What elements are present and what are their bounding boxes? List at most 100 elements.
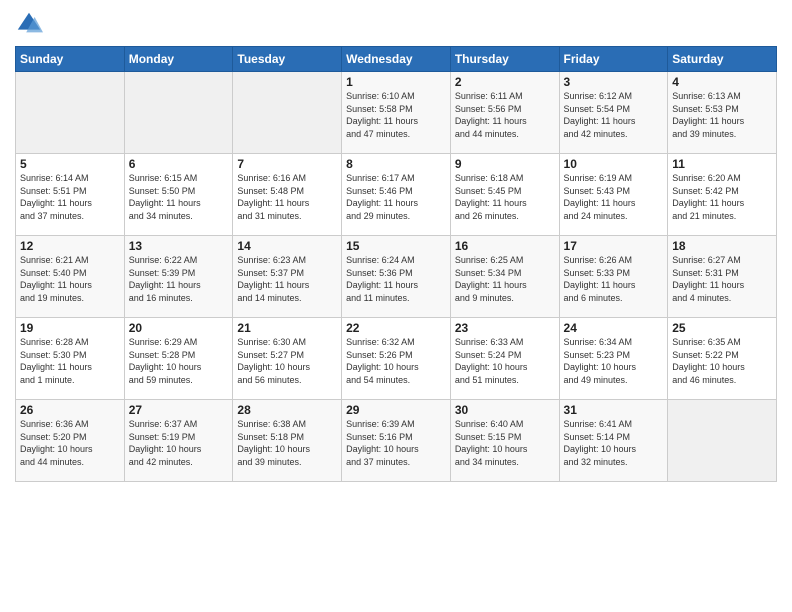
weekday-header-tuesday: Tuesday [233, 47, 342, 72]
day-info: Sunrise: 6:26 AMSunset: 5:33 PMDaylight:… [564, 254, 664, 304]
calendar-cell: 4Sunrise: 6:13 AMSunset: 5:53 PMDaylight… [668, 72, 777, 154]
day-number: 17 [564, 239, 664, 253]
calendar-cell: 29Sunrise: 6:39 AMSunset: 5:16 PMDayligh… [342, 400, 451, 482]
day-number: 26 [20, 403, 120, 417]
calendar-cell: 20Sunrise: 6:29 AMSunset: 5:28 PMDayligh… [124, 318, 233, 400]
day-info: Sunrise: 6:38 AMSunset: 5:18 PMDaylight:… [237, 418, 337, 468]
calendar-cell: 16Sunrise: 6:25 AMSunset: 5:34 PMDayligh… [450, 236, 559, 318]
day-number: 10 [564, 157, 664, 171]
day-info: Sunrise: 6:10 AMSunset: 5:58 PMDaylight:… [346, 90, 446, 140]
weekday-header-thursday: Thursday [450, 47, 559, 72]
day-number: 13 [129, 239, 229, 253]
day-number: 2 [455, 75, 555, 89]
calendar-cell: 3Sunrise: 6:12 AMSunset: 5:54 PMDaylight… [559, 72, 668, 154]
calendar-cell: 1Sunrise: 6:10 AMSunset: 5:58 PMDaylight… [342, 72, 451, 154]
logo-icon [15, 10, 43, 38]
day-info: Sunrise: 6:22 AMSunset: 5:39 PMDaylight:… [129, 254, 229, 304]
calendar-week-1: 1Sunrise: 6:10 AMSunset: 5:58 PMDaylight… [16, 72, 777, 154]
day-number: 1 [346, 75, 446, 89]
day-number: 21 [237, 321, 337, 335]
day-info: Sunrise: 6:34 AMSunset: 5:23 PMDaylight:… [564, 336, 664, 386]
calendar-cell: 31Sunrise: 6:41 AMSunset: 5:14 PMDayligh… [559, 400, 668, 482]
day-info: Sunrise: 6:40 AMSunset: 5:15 PMDaylight:… [455, 418, 555, 468]
day-number: 7 [237, 157, 337, 171]
day-number: 27 [129, 403, 229, 417]
calendar-cell: 15Sunrise: 6:24 AMSunset: 5:36 PMDayligh… [342, 236, 451, 318]
calendar-cell: 23Sunrise: 6:33 AMSunset: 5:24 PMDayligh… [450, 318, 559, 400]
calendar-week-3: 12Sunrise: 6:21 AMSunset: 5:40 PMDayligh… [16, 236, 777, 318]
calendar-cell: 5Sunrise: 6:14 AMSunset: 5:51 PMDaylight… [16, 154, 125, 236]
day-number: 25 [672, 321, 772, 335]
calendar-cell [16, 72, 125, 154]
day-number: 11 [672, 157, 772, 171]
day-info: Sunrise: 6:13 AMSunset: 5:53 PMDaylight:… [672, 90, 772, 140]
weekday-header-wednesday: Wednesday [342, 47, 451, 72]
day-info: Sunrise: 6:28 AMSunset: 5:30 PMDaylight:… [20, 336, 120, 386]
day-info: Sunrise: 6:16 AMSunset: 5:48 PMDaylight:… [237, 172, 337, 222]
calendar-cell: 18Sunrise: 6:27 AMSunset: 5:31 PMDayligh… [668, 236, 777, 318]
day-number: 16 [455, 239, 555, 253]
calendar-cell: 21Sunrise: 6:30 AMSunset: 5:27 PMDayligh… [233, 318, 342, 400]
day-number: 6 [129, 157, 229, 171]
calendar-cell: 22Sunrise: 6:32 AMSunset: 5:26 PMDayligh… [342, 318, 451, 400]
day-info: Sunrise: 6:37 AMSunset: 5:19 PMDaylight:… [129, 418, 229, 468]
calendar-cell: 30Sunrise: 6:40 AMSunset: 5:15 PMDayligh… [450, 400, 559, 482]
calendar-cell [233, 72, 342, 154]
calendar-cell: 2Sunrise: 6:11 AMSunset: 5:56 PMDaylight… [450, 72, 559, 154]
weekday-header-row: SundayMondayTuesdayWednesdayThursdayFrid… [16, 47, 777, 72]
calendar-body: 1Sunrise: 6:10 AMSunset: 5:58 PMDaylight… [16, 72, 777, 482]
calendar-cell: 27Sunrise: 6:37 AMSunset: 5:19 PMDayligh… [124, 400, 233, 482]
calendar-cell: 26Sunrise: 6:36 AMSunset: 5:20 PMDayligh… [16, 400, 125, 482]
day-number: 24 [564, 321, 664, 335]
calendar-cell: 13Sunrise: 6:22 AMSunset: 5:39 PMDayligh… [124, 236, 233, 318]
weekday-header-saturday: Saturday [668, 47, 777, 72]
day-number: 29 [346, 403, 446, 417]
calendar-cell: 12Sunrise: 6:21 AMSunset: 5:40 PMDayligh… [16, 236, 125, 318]
calendar-cell: 9Sunrise: 6:18 AMSunset: 5:45 PMDaylight… [450, 154, 559, 236]
calendar-cell: 11Sunrise: 6:20 AMSunset: 5:42 PMDayligh… [668, 154, 777, 236]
day-number: 9 [455, 157, 555, 171]
calendar-cell: 14Sunrise: 6:23 AMSunset: 5:37 PMDayligh… [233, 236, 342, 318]
day-number: 18 [672, 239, 772, 253]
calendar-cell: 6Sunrise: 6:15 AMSunset: 5:50 PMDaylight… [124, 154, 233, 236]
calendar-week-4: 19Sunrise: 6:28 AMSunset: 5:30 PMDayligh… [16, 318, 777, 400]
day-number: 22 [346, 321, 446, 335]
calendar-cell: 24Sunrise: 6:34 AMSunset: 5:23 PMDayligh… [559, 318, 668, 400]
day-info: Sunrise: 6:35 AMSunset: 5:22 PMDaylight:… [672, 336, 772, 386]
day-number: 28 [237, 403, 337, 417]
day-number: 12 [20, 239, 120, 253]
day-number: 4 [672, 75, 772, 89]
calendar-cell [124, 72, 233, 154]
calendar-table: SundayMondayTuesdayWednesdayThursdayFrid… [15, 46, 777, 482]
calendar-cell: 28Sunrise: 6:38 AMSunset: 5:18 PMDayligh… [233, 400, 342, 482]
day-info: Sunrise: 6:12 AMSunset: 5:54 PMDaylight:… [564, 90, 664, 140]
day-number: 15 [346, 239, 446, 253]
day-info: Sunrise: 6:11 AMSunset: 5:56 PMDaylight:… [455, 90, 555, 140]
calendar-cell: 25Sunrise: 6:35 AMSunset: 5:22 PMDayligh… [668, 318, 777, 400]
day-info: Sunrise: 6:18 AMSunset: 5:45 PMDaylight:… [455, 172, 555, 222]
day-info: Sunrise: 6:25 AMSunset: 5:34 PMDaylight:… [455, 254, 555, 304]
day-info: Sunrise: 6:14 AMSunset: 5:51 PMDaylight:… [20, 172, 120, 222]
weekday-header-friday: Friday [559, 47, 668, 72]
weekday-header-monday: Monday [124, 47, 233, 72]
calendar-cell: 8Sunrise: 6:17 AMSunset: 5:46 PMDaylight… [342, 154, 451, 236]
calendar-header: SundayMondayTuesdayWednesdayThursdayFrid… [16, 47, 777, 72]
calendar-cell [668, 400, 777, 482]
day-info: Sunrise: 6:30 AMSunset: 5:27 PMDaylight:… [237, 336, 337, 386]
day-info: Sunrise: 6:33 AMSunset: 5:24 PMDaylight:… [455, 336, 555, 386]
day-info: Sunrise: 6:36 AMSunset: 5:20 PMDaylight:… [20, 418, 120, 468]
day-number: 20 [129, 321, 229, 335]
calendar-week-5: 26Sunrise: 6:36 AMSunset: 5:20 PMDayligh… [16, 400, 777, 482]
day-info: Sunrise: 6:19 AMSunset: 5:43 PMDaylight:… [564, 172, 664, 222]
day-number: 30 [455, 403, 555, 417]
day-number: 5 [20, 157, 120, 171]
calendar-cell: 7Sunrise: 6:16 AMSunset: 5:48 PMDaylight… [233, 154, 342, 236]
day-number: 31 [564, 403, 664, 417]
header [15, 10, 777, 38]
day-info: Sunrise: 6:17 AMSunset: 5:46 PMDaylight:… [346, 172, 446, 222]
calendar-page: SundayMondayTuesdayWednesdayThursdayFrid… [0, 0, 792, 612]
day-number: 14 [237, 239, 337, 253]
weekday-header-sunday: Sunday [16, 47, 125, 72]
day-info: Sunrise: 6:27 AMSunset: 5:31 PMDaylight:… [672, 254, 772, 304]
calendar-cell: 19Sunrise: 6:28 AMSunset: 5:30 PMDayligh… [16, 318, 125, 400]
